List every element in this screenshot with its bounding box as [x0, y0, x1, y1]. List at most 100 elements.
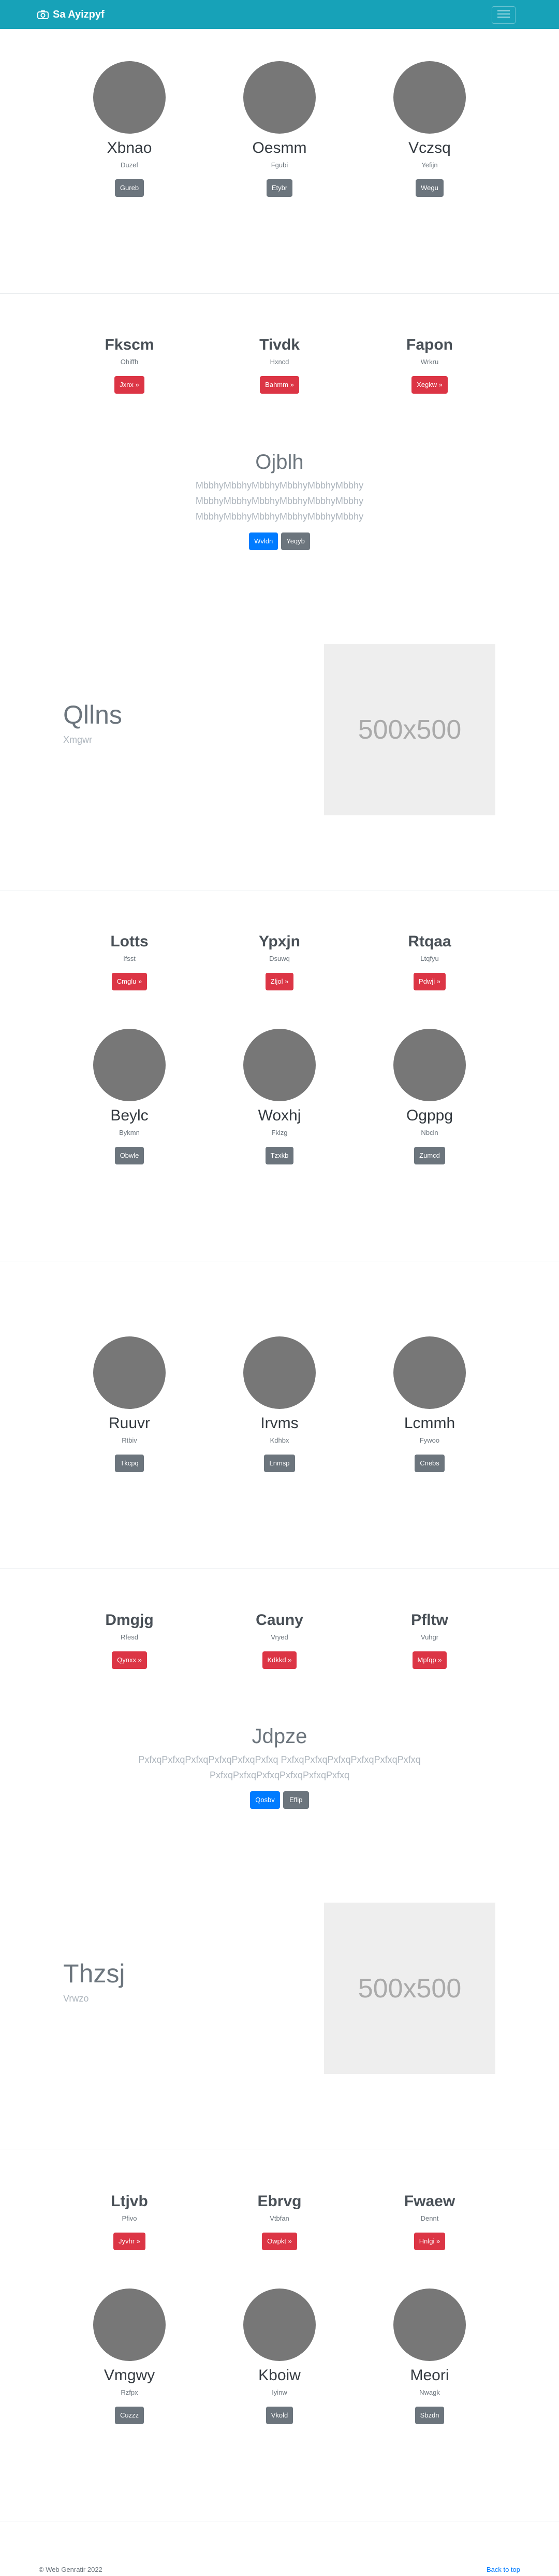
team-member: Meori Nwagk Sbzdn: [357, 2289, 502, 2424]
feature-column: Ypxjn Dsuwq Zljol »: [207, 932, 352, 990]
feature-title: Fkscm: [105, 336, 154, 353]
avatar: [243, 1029, 316, 1101]
member-role: Duzef: [121, 161, 138, 169]
hero-buttons: Qosbv Eflip: [124, 1791, 435, 1809]
avatar: [393, 2289, 466, 2361]
member-name: Kboiw: [258, 2367, 301, 2384]
member-button[interactable]: Sbzdn: [415, 2407, 445, 2424]
avatar: [243, 1336, 316, 1409]
feature-column: Dmgjg Rfesd Qynxx »: [57, 1611, 202, 1669]
feature-title: Rtqaa: [408, 933, 451, 950]
section-divider: [0, 1568, 559, 1569]
split-title: Thzsj: [63, 1959, 125, 1988]
feature-title: Lotts: [110, 933, 149, 950]
feature-subtitle: Ifsst: [123, 955, 136, 962]
feature-subtitle: Vtbfan: [270, 2214, 289, 2222]
member-role: Nbcln: [421, 1129, 438, 1136]
feature-title: Fwaew: [404, 2193, 455, 2210]
feature-subtitle: Dsuwq: [269, 955, 290, 962]
feature-title: Ypxjn: [258, 933, 301, 950]
member-role: Bykmn: [119, 1129, 140, 1136]
feature-subtitle: Vryed: [271, 1633, 288, 1641]
feature-subtitle: Rfesd: [121, 1633, 138, 1641]
hamburger-menu-icon: [497, 9, 510, 21]
avatar: [93, 61, 166, 134]
team-member: Vmgwy Rzfpx Cuzzz: [57, 2289, 202, 2424]
hero-text-line: MbbhyMbbhyMbbhyMbbhyMbbhyMbbhy: [195, 496, 364, 506]
brand-text: Sa Ayizpyf: [53, 8, 105, 20]
feature-column: Ebrvg Vtbfan Owpkt »: [207, 2192, 352, 2250]
feature-title: Dmgjg: [105, 1611, 154, 1629]
hero-text-line: MbbhyMbbhyMbbhyMbbhyMbbhyMbbhy: [195, 480, 364, 491]
feature-button[interactable]: Xegkw »: [411, 376, 448, 394]
member-button[interactable]: Cuzzz: [114, 2407, 144, 2424]
hero-section-1: Ojblh MbbhyMbbhyMbbhyMbbhyMbbhyMbbhy Mbb…: [124, 450, 435, 550]
member-button[interactable]: Wegu: [416, 179, 444, 197]
hero-title: Ojblh: [255, 451, 304, 473]
feature-button[interactable]: Qynxx »: [112, 1651, 147, 1669]
team-member: Woxhj Fklzg Tzxkb: [207, 1029, 352, 1164]
member-button[interactable]: Cnebs: [415, 1455, 445, 1472]
hero-section-2: Jdpze PxfxqPxfxqPxfxqPxfxqPxfxqPxfxq Pxf…: [124, 1724, 435, 1809]
hero-buttons: Wvldn Yeqyb: [124, 533, 435, 550]
feature-button[interactable]: Mpfqp »: [412, 1651, 447, 1669]
feature-button[interactable]: Jxnx »: [114, 376, 144, 394]
member-button[interactable]: Gureb: [114, 179, 144, 197]
feature-title: Ltjvb: [111, 2193, 148, 2210]
feature-button[interactable]: Owpkt »: [262, 2233, 297, 2250]
member-button[interactable]: Tzxkb: [265, 1147, 294, 1164]
hero-secondary-button[interactable]: Eflip: [283, 1791, 309, 1809]
team-member: Beylc Bykmn Obwle: [57, 1029, 202, 1164]
hero-text-line: MbbhyMbbhyMbbhyMbbhyMbbhyMbbhy: [195, 511, 364, 522]
feature-button[interactable]: Zljol »: [265, 973, 294, 990]
member-button[interactable]: Vkold: [266, 2407, 293, 2424]
member-role: Rtbiv: [122, 1436, 137, 1444]
feature-button[interactable]: Hnlgi »: [414, 2233, 446, 2250]
split-subtitle: Vrwzo: [63, 1993, 89, 2004]
hero-secondary-button[interactable]: Yeqyb: [281, 533, 310, 550]
member-name: Xbnao: [107, 139, 152, 156]
feature-title: Cauny: [256, 1611, 303, 1629]
placeholder-image: 500x500: [324, 644, 495, 815]
feature-button[interactable]: Kdkkd »: [262, 1651, 297, 1669]
team-member: Oesmm Fgubi Etybr: [207, 61, 352, 197]
footer: © Web Genratir 2022 Back to top: [0, 2517, 559, 2576]
feature-subtitle: Ohiffh: [120, 358, 139, 366]
member-button[interactable]: Etybr: [266, 179, 293, 197]
avatar: [393, 1336, 466, 1409]
avatar: [393, 61, 466, 134]
feature-button[interactable]: Cmglu »: [111, 973, 148, 990]
hero-text: MbbhyMbbhyMbbhyMbbhyMbbhyMbbhy MbbhyMbbh…: [124, 478, 435, 524]
section-divider: [0, 293, 559, 294]
team-member: Xbnao Duzef Gureb: [57, 61, 202, 197]
member-name: Meori: [410, 2367, 449, 2384]
navbar-brand[interactable]: Sa Ayizpyf: [37, 0, 105, 29]
avatar: [393, 1029, 466, 1101]
member-button[interactable]: Obwle: [114, 1147, 144, 1164]
avatar: [93, 2289, 166, 2361]
navbar-toggler[interactable]: [492, 6, 516, 24]
feature-button[interactable]: Jyvhr »: [113, 2233, 145, 2250]
member-button[interactable]: Lnmsp: [264, 1455, 295, 1472]
feature-column: Rtqaa Ltqfyu Pdwji »: [357, 932, 502, 990]
feature-button[interactable]: Pdwji »: [414, 973, 446, 990]
feature-title: Fapon: [406, 336, 453, 353]
feature-column: Fkscm Ohiffh Jxnx »: [57, 336, 202, 394]
team-member: Irvms Kdhbx Lnmsp: [207, 1336, 352, 1472]
member-role: Iyinw: [272, 2388, 287, 2396]
camera-icon: [37, 10, 49, 19]
feature-button[interactable]: Bahmm »: [260, 376, 299, 394]
member-button[interactable]: Zumcd: [414, 1147, 445, 1164]
hero-text-line: PxfxqPxfxqPxfxqPxfxqPxfxqPxfxq PxfxqPxfx…: [138, 1754, 421, 1765]
back-to-top-link[interactable]: Back to top: [487, 2566, 520, 2573]
avatar: [93, 1029, 166, 1101]
member-button[interactable]: Tkcpq: [115, 1455, 144, 1472]
hero-primary-button[interactable]: Wvldn: [249, 533, 278, 550]
team-member: Lcmmh Fywoo Cnebs: [357, 1336, 502, 1472]
member-name: Oesmm: [252, 139, 307, 156]
feature-column: Fwaew Dennt Hnlgi »: [357, 2192, 502, 2250]
feature-column: Tivdk Hxncd Bahmm »: [207, 336, 352, 394]
member-name: Ogppg: [406, 1107, 453, 1124]
hero-primary-button[interactable]: Qosbv: [250, 1791, 280, 1809]
member-role: Kdhbx: [270, 1436, 289, 1444]
